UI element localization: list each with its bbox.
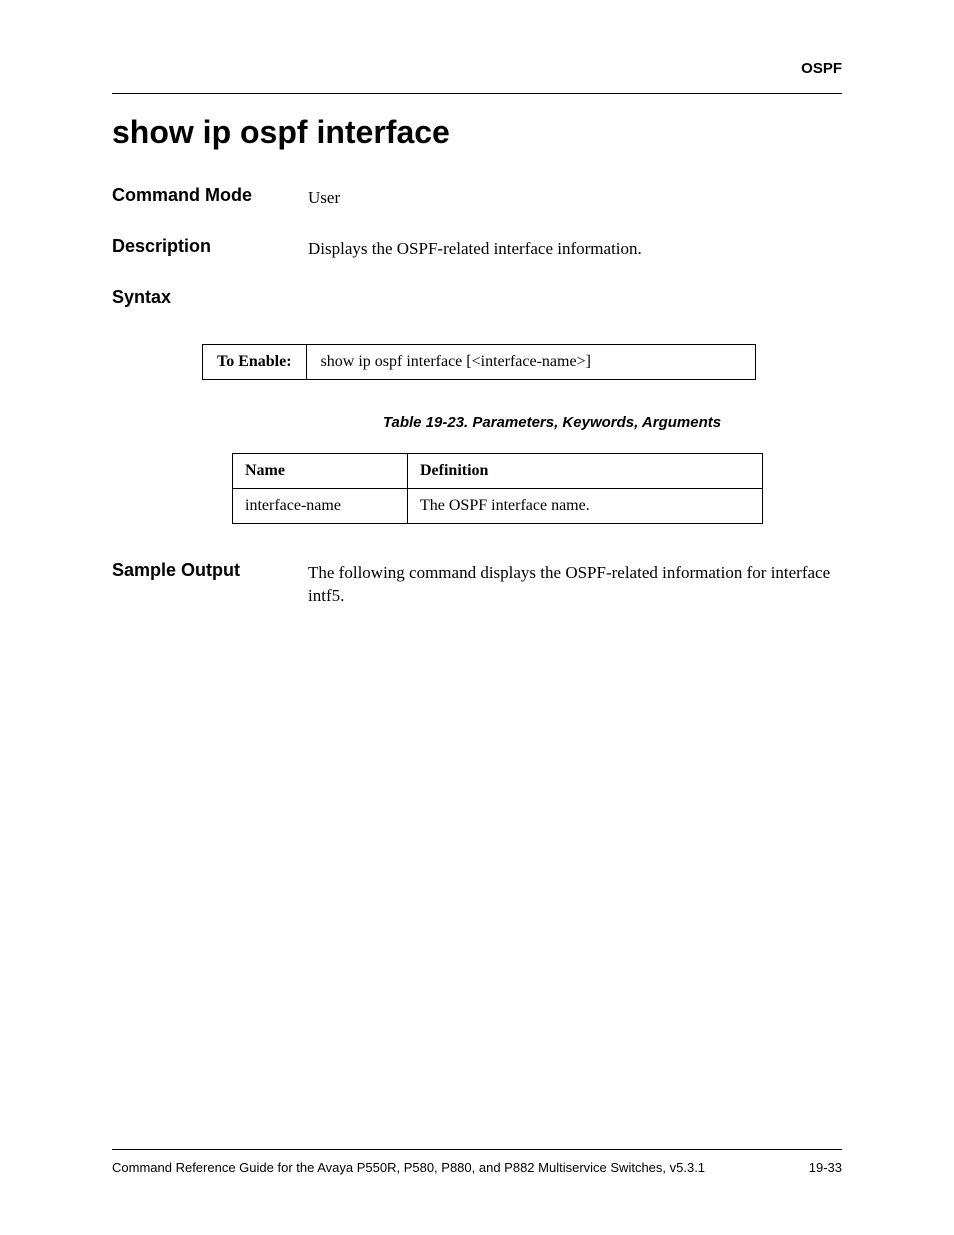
param-table: Name Definition interface-name The OSPF …	[232, 453, 763, 524]
header-rule	[112, 93, 842, 94]
param-header-name: Name	[233, 453, 408, 488]
enable-label-cell: To Enable:	[203, 344, 307, 379]
document-page: OSPF show ip ospf interface Command Mode…	[0, 0, 954, 1235]
table-row: Name Definition	[233, 453, 763, 488]
syntax-label: Syntax	[112, 287, 842, 308]
command-mode-value: User	[308, 185, 842, 210]
syntax-enable-table: To Enable: show ip ospf interface [<inte…	[202, 344, 756, 380]
page-title: show ip ospf interface	[112, 114, 842, 151]
header-section: OSPF	[112, 60, 842, 77]
sample-output-row: Sample Output The following command disp…	[112, 560, 842, 609]
enable-command-cell: show ip ospf interface [<interface-name>…	[306, 344, 755, 379]
table-row: To Enable: show ip ospf interface [<inte…	[203, 344, 756, 379]
command-mode-row: Command Mode User	[112, 185, 842, 210]
param-header-definition: Definition	[408, 453, 763, 488]
description-label: Description	[112, 236, 308, 257]
footer-right: 19-33	[809, 1160, 842, 1175]
footer-row: Command Reference Guide for the Avaya P5…	[112, 1160, 842, 1175]
sample-output-value: The following command displays the OSPF-…	[308, 560, 842, 609]
footer-left: Command Reference Guide for the Avaya P5…	[112, 1160, 705, 1175]
param-definition-cell: The OSPF interface name.	[408, 488, 763, 523]
table-row: interface-name The OSPF interface name.	[233, 488, 763, 523]
param-name-cell: interface-name	[233, 488, 408, 523]
command-mode-label: Command Mode	[112, 185, 308, 206]
page-footer: Command Reference Guide for the Avaya P5…	[112, 1149, 842, 1175]
param-table-caption: Table 19-23. Parameters, Keywords, Argum…	[112, 414, 842, 431]
description-row: Description Displays the OSPF-related in…	[112, 236, 842, 261]
description-value: Displays the OSPF-related interface info…	[308, 236, 842, 261]
sample-output-label: Sample Output	[112, 560, 308, 581]
footer-rule	[112, 1149, 842, 1150]
